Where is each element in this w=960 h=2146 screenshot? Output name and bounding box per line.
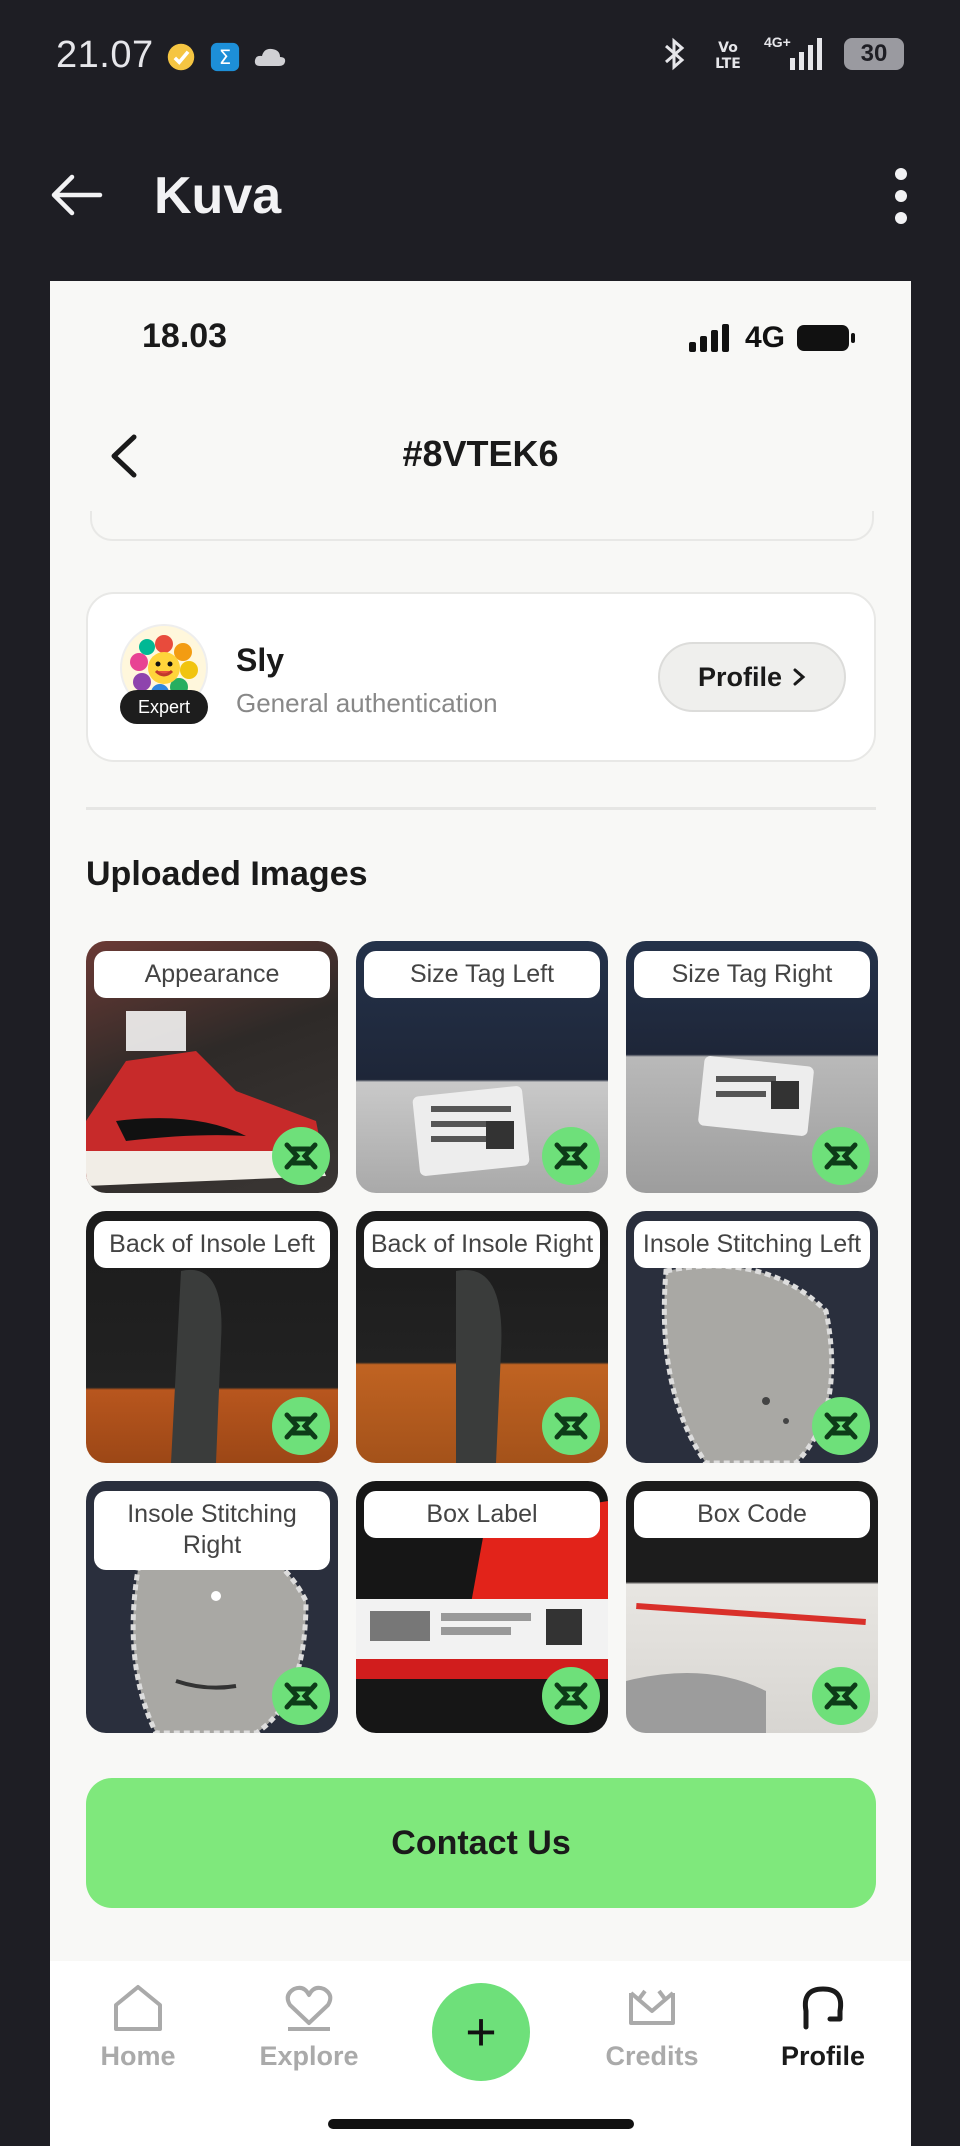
- tile-label: Back of Insole Left: [94, 1221, 330, 1269]
- inner-status-icons: 4G: [688, 321, 855, 355]
- svg-text:Σ: Σ: [219, 46, 231, 69]
- tile-label: Back of Insole Right: [364, 1221, 600, 1269]
- tab-label: Credits: [605, 2041, 699, 2071]
- tab-label: Home: [100, 2041, 176, 2071]
- image-tile-appearance[interactable]: Appearance: [86, 941, 338, 1193]
- contact-us-button[interactable]: Contact Us: [86, 1778, 876, 1908]
- system-status-bar: 21.07 Σ Vo LTE 4G+ 30: [0, 0, 960, 116]
- tile-label: Size Tag Right: [634, 951, 870, 999]
- image-tile-insole-stitching-left[interactable]: Insole Stitching Left: [626, 1211, 878, 1463]
- authentication-badge-icon: [542, 1127, 600, 1185]
- tile-label: Box Code: [634, 1491, 870, 1539]
- tile-label: Insole Stitching Right: [94, 1491, 330, 1570]
- cloud-icon: [254, 48, 286, 66]
- tile-label: Size Tag Left: [364, 951, 600, 999]
- inner-clock: 18.03: [142, 317, 228, 355]
- sigma-app-icon: Σ: [210, 42, 240, 72]
- image-tile-size-tag-right[interactable]: Size Tag Right: [626, 941, 878, 1193]
- image-tile-size-tag-left[interactable]: Size Tag Left: [356, 941, 608, 1193]
- divider: [86, 807, 876, 810]
- authentication-badge-icon: [542, 1397, 600, 1455]
- authentication-badge-icon: [812, 1397, 870, 1455]
- authentication-badge-icon: [812, 1667, 870, 1725]
- authentication-badge-icon: [272, 1127, 330, 1185]
- inner-battery-icon: [797, 325, 855, 351]
- back-arrow-icon[interactable]: [48, 170, 104, 220]
- inner-network: 4G: [744, 321, 785, 354]
- battery-icon: 30: [844, 38, 904, 70]
- authentication-badge-icon: [272, 1667, 330, 1725]
- expert-subtitle: General authentication: [236, 688, 498, 718]
- tab-home[interactable]: Home: [68, 1983, 208, 2072]
- volte-icon: VoLTE: [715, 40, 741, 72]
- authentication-badge-icon: [812, 1127, 870, 1185]
- section-title: Uploaded Images: [86, 855, 368, 893]
- image-tile-insole-stitching-right[interactable]: Insole Stitching Right: [86, 1481, 338, 1733]
- credits-icon: [629, 1989, 675, 2025]
- cellular-signal-icon: 4G+: [764, 34, 826, 72]
- signal-bars-icon: [688, 324, 729, 352]
- tab-explore[interactable]: Explore: [239, 1983, 379, 2072]
- tab-credits[interactable]: Credits: [582, 1983, 722, 2072]
- heart-icon: [285, 1985, 333, 2031]
- image-content: 18.03 4G #8VTEK6 Expert Sly General auth…: [50, 281, 911, 2146]
- more-options-icon[interactable]: [892, 166, 910, 226]
- tab-profile[interactable]: Profile: [753, 1983, 893, 2072]
- previous-card-edge: [90, 511, 874, 541]
- tile-label: Insole Stitching Left: [634, 1221, 870, 1269]
- bluetooth-icon: [665, 37, 685, 71]
- chevron-right-icon: [793, 668, 806, 686]
- network-type: 4G+: [764, 34, 791, 50]
- svg-text:LTE: LTE: [715, 56, 741, 72]
- add-icon: +: [465, 2002, 497, 2062]
- norton-icon: [167, 43, 195, 71]
- order-id-title: #8VTEK6: [402, 433, 559, 474]
- expert-badge: Expert: [120, 690, 208, 724]
- profile-button[interactable]: Profile: [658, 642, 846, 712]
- profile-button-label: Profile: [697, 661, 783, 692]
- home-indicator: [328, 2119, 634, 2129]
- viewer-app-bar: Kuva: [0, 140, 960, 250]
- battery-level: 30: [860, 40, 888, 67]
- authentication-badge-icon: [542, 1667, 600, 1725]
- viewer-title: Kuva: [154, 167, 282, 225]
- svg-text:Vo: Vo: [718, 40, 738, 56]
- tile-label: Box Label: [364, 1491, 600, 1539]
- contact-us-label: Contact Us: [391, 1823, 571, 1862]
- expert-name: Sly: [236, 642, 285, 678]
- tile-label: Appearance: [94, 951, 330, 999]
- tab-label: Profile: [780, 2041, 866, 2071]
- image-tile-back-of-insole-left[interactable]: Back of Insole Left: [86, 1211, 338, 1463]
- image-tile-back-of-insole-right[interactable]: Back of Insole Right: [356, 1211, 608, 1463]
- home-icon: [114, 1985, 162, 2031]
- image-tile-box-code[interactable]: Box Code: [626, 1481, 878, 1733]
- image-tile-box-label[interactable]: Box Label: [356, 1481, 608, 1733]
- expert-card: Expert Sly General authentication Profil…: [86, 592, 876, 762]
- bottom-tab-bar: Home Explore + Credits Profile: [50, 1961, 911, 2146]
- authentication-badge-icon: [272, 1397, 330, 1455]
- add-button[interactable]: +: [432, 1983, 530, 2081]
- tab-label: Explore: [259, 2041, 359, 2071]
- system-clock: 21.07: [56, 34, 154, 76]
- profile-icon: [802, 1986, 844, 2030]
